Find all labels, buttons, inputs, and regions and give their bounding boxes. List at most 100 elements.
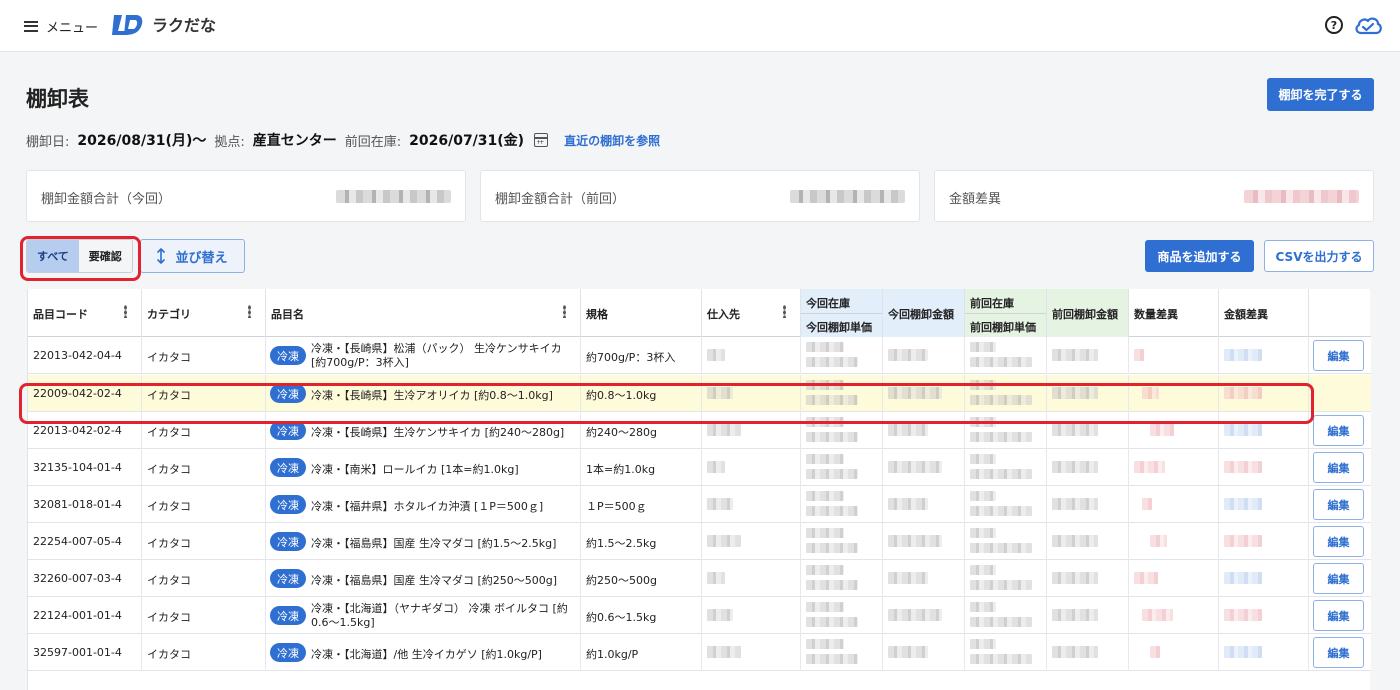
cell-previous-stock — [965, 634, 1047, 671]
cell-previous-amount — [1047, 560, 1129, 597]
brand-logo-icon — [112, 15, 143, 35]
blurred-value — [888, 535, 942, 547]
cell-spec: １P＝500ｇ — [581, 486, 702, 523]
blurred-value — [970, 432, 1032, 442]
header-current-stock: 今回在庫 今回棚卸単価 — [801, 289, 883, 337]
filter-review-button[interactable]: 要確認 — [78, 240, 132, 272]
item-name: 冷凍・【福島県】国産 生冷マダコ [約250〜500g] — [311, 574, 558, 587]
cell-amount-diff — [1219, 449, 1309, 486]
complete-inventory-button[interactable]: 棚卸を完了する — [1267, 78, 1374, 111]
blurred-value — [1224, 424, 1262, 436]
cell-current-stock[interactable] — [801, 337, 883, 374]
blurred-value — [1150, 646, 1160, 658]
cell-category: イカタコ — [142, 523, 266, 560]
blurred-value — [970, 528, 996, 538]
blurred-value — [806, 469, 858, 479]
calendar-icon[interactable] — [534, 133, 549, 147]
cell-current-stock[interactable] — [801, 449, 883, 486]
summary-label: 金額差異 — [949, 192, 1002, 207]
cell-current-amount — [883, 560, 965, 597]
cell-current-stock[interactable] — [801, 560, 883, 597]
blurred-value — [806, 580, 858, 590]
cell-category: イカタコ — [142, 634, 266, 671]
edit-button[interactable]: 編集 — [1313, 563, 1364, 594]
frozen-tag: 冷凍 — [270, 421, 306, 440]
help-icon[interactable]: ? — [1325, 16, 1343, 34]
blurred-value — [970, 491, 996, 501]
filter-all-button[interactable]: すべて — [27, 240, 79, 272]
export-csv-button[interactable]: CSVを出力する — [1264, 240, 1374, 272]
cell-name: 冷凍 冷凍・【南米】ロールイカ [1本=約1.0kg] — [266, 449, 581, 486]
blurred-value — [806, 639, 844, 649]
recent-inventory-link[interactable]: 直近の棚卸を参照 — [564, 132, 660, 149]
cell-name: 冷凍 冷凍・【福島県】国産 生冷マダコ [約250〜500g] — [266, 560, 581, 597]
blurred-value — [970, 543, 1032, 553]
cell-actions: 編集 — [1309, 337, 1371, 374]
edit-button[interactable]: 編集 — [1313, 600, 1364, 631]
item-code: 32135-104-01-4 — [33, 461, 122, 474]
header-label: カテゴリ — [147, 308, 191, 321]
cell-amount-diff — [1219, 337, 1309, 374]
blurred-value — [888, 424, 928, 436]
blurred-value — [888, 387, 942, 399]
cell-supplier — [702, 523, 801, 560]
sort-button[interactable]: 並び替え — [140, 239, 245, 273]
cell-category: イカタコ — [142, 337, 266, 374]
edit-button[interactable]: 編集 — [1313, 526, 1364, 557]
menu-button[interactable]: メニュー — [24, 14, 98, 38]
blurred-value — [1052, 387, 1098, 399]
blurred-value — [806, 417, 844, 427]
blurred-value — [1134, 572, 1158, 584]
edit-button[interactable]: 編集 — [1313, 340, 1364, 371]
blurred-value — [970, 417, 996, 427]
column-menu-icon[interactable] — [124, 305, 127, 318]
cell-current-stock[interactable] — [801, 412, 883, 449]
inventory-table: 品目コード カテゴリ 品目名 規格 仕入先 今回在庫 今回棚卸単価 今回棚卸金額… — [27, 289, 1371, 690]
frozen-tag: 冷凍 — [270, 384, 306, 403]
cell-category: イカタコ — [142, 449, 266, 486]
item-name: 冷凍・【長崎県】松浦（パック） 生冷ケンサキイカ [約700g/P：3杯入] — [311, 342, 562, 369]
item-code: 22013-042-02-4 — [33, 424, 122, 437]
cell-amount-diff — [1219, 412, 1309, 449]
cell-current-stock[interactable] — [801, 634, 883, 671]
header-label: 品目コード — [33, 308, 88, 321]
cell-code: 32135-104-01-4 — [28, 449, 142, 486]
cell-current-stock[interactable] — [801, 375, 883, 412]
cell-supplier — [702, 337, 801, 374]
hamburger-icon — [24, 20, 38, 32]
edit-button[interactable]: 編集 — [1313, 637, 1364, 668]
edit-button[interactable]: 編集 — [1313, 489, 1364, 520]
prev-stock-value: 2026/07/31(金) — [409, 133, 525, 149]
column-menu-icon[interactable] — [248, 305, 251, 318]
column-menu-icon[interactable] — [783, 305, 786, 318]
blurred-value — [1052, 349, 1098, 361]
blurred-value — [806, 395, 858, 405]
item-category: イカタコ — [147, 537, 191, 550]
blurred-value — [970, 580, 1032, 590]
add-product-button[interactable]: 商品を追加する — [1145, 240, 1254, 272]
item-code: 22009-042-02-4 — [33, 387, 122, 400]
header-name: 品目名 — [266, 289, 581, 337]
blurred-value — [1150, 535, 1167, 547]
blurred-value — [707, 387, 733, 399]
inventory-meta: 棚卸日: 2026/08/31(月)〜 拠点: 産直センター 前回在庫: 202… — [26, 130, 660, 150]
cell-qty-diff — [1129, 523, 1219, 560]
edit-button[interactable]: 編集 — [1313, 415, 1364, 446]
summary-label: 棚卸金額合計（今回） — [41, 192, 172, 207]
cloud-sync-icon[interactable] — [1354, 14, 1382, 36]
blurred-value — [1224, 498, 1262, 510]
cell-current-stock[interactable] — [801, 523, 883, 560]
item-spec: 約1.0kg/P — [586, 648, 639, 661]
cell-category: イカタコ — [142, 412, 266, 449]
cell-current-stock[interactable] — [801, 597, 883, 634]
blurred-value — [1052, 609, 1098, 621]
blurred-value — [970, 395, 1032, 405]
cell-code: 32260-007-03-4 — [28, 560, 142, 597]
cell-previous-stock — [965, 523, 1047, 560]
edit-button[interactable]: 編集 — [1313, 452, 1364, 483]
item-category: イカタコ — [147, 389, 191, 402]
brand-logo[interactable]: ラクだな — [110, 11, 216, 37]
cell-previous-stock — [965, 449, 1047, 486]
column-menu-icon[interactable] — [563, 305, 566, 318]
cell-current-stock[interactable] — [801, 486, 883, 523]
